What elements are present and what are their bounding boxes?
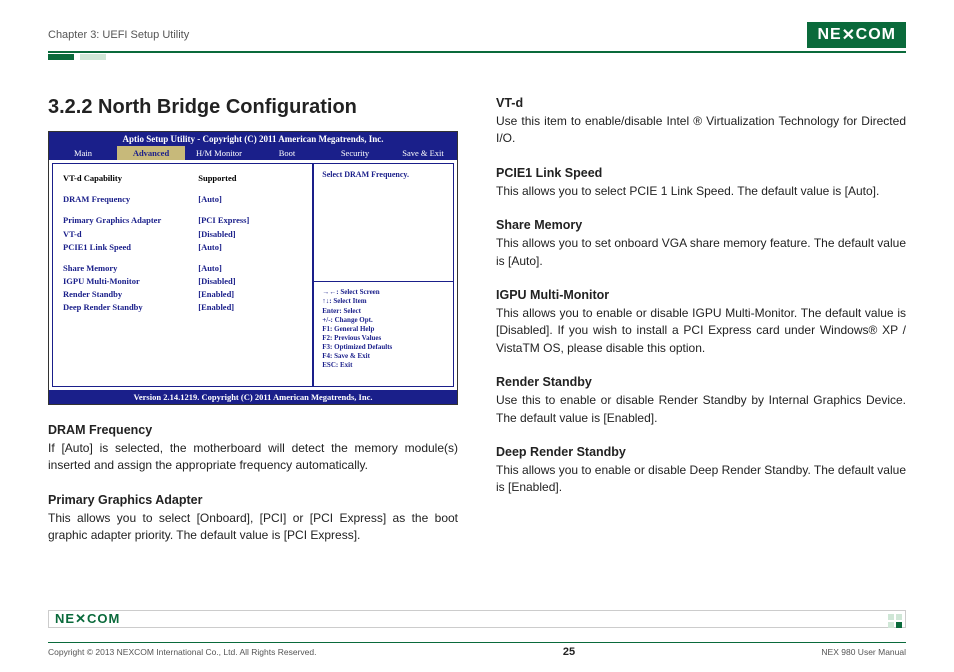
bios-setting-value: [Disabled] bbox=[198, 228, 302, 241]
bios-setting-label: VT-d Capability bbox=[63, 172, 198, 185]
description-block: IGPU Multi-Monitor This allows you to ena… bbox=[496, 288, 906, 357]
bios-setting-label: IGPU Multi-Monitor bbox=[63, 275, 198, 288]
page-header: Chapter 3: UEFI Setup Utility NE✕COM bbox=[48, 22, 906, 53]
description-title: DRAM Frequency bbox=[48, 423, 458, 437]
bios-setting-value: [Disabled] bbox=[198, 275, 302, 288]
bios-tab: Advanced bbox=[117, 146, 185, 160]
bios-setting-value: [Enabled] bbox=[198, 288, 302, 301]
bios-screenshot: Aptio Setup Utility - Copyright (C) 2011… bbox=[48, 131, 458, 405]
description-body: Use this to enable or disable Render Sta… bbox=[496, 392, 906, 427]
bios-help-line: F4: Save & Exit bbox=[322, 352, 445, 361]
footer-brand-left: NE bbox=[55, 611, 75, 626]
brand-x-icon: ✕ bbox=[842, 25, 856, 45]
description-block: VT-d Use this item to enable/disable Inte… bbox=[496, 96, 906, 148]
footer-square-icon bbox=[888, 614, 906, 628]
bios-footer: Version 2.14.1219. Copyright (C) 2011 Am… bbox=[49, 390, 457, 404]
page-footer: NE✕COM Copyright © 2013 NEXCOM Internati… bbox=[48, 624, 906, 658]
bios-setting-row: PCIE1 Link Speed[Auto] bbox=[63, 241, 302, 254]
description-title: PCIE1 Link Speed bbox=[496, 166, 906, 180]
description-title: Primary Graphics Adapter bbox=[48, 493, 458, 507]
description-body: Use this item to enable/disable Intel ® … bbox=[496, 113, 906, 148]
description-title: Share Memory bbox=[496, 218, 906, 232]
bios-tabs: MainAdvancedH/M MonitorBootSecuritySave … bbox=[49, 146, 457, 160]
description-block: Primary Graphics Adapter This allows you … bbox=[48, 493, 458, 545]
bios-setting-label: VT-d bbox=[63, 228, 198, 241]
description-title: IGPU Multi-Monitor bbox=[496, 288, 906, 302]
description-block: Render Standby Use this to enable or disa… bbox=[496, 375, 906, 427]
description-title: Render Standby bbox=[496, 375, 906, 389]
description-body: This allows you to select PCIE 1 Link Sp… bbox=[496, 183, 906, 200]
bios-setting-value: [Auto] bbox=[198, 262, 302, 275]
footer-brand-right: COM bbox=[87, 611, 120, 626]
footer-copyright: Copyright © 2013 NEXCOM International Co… bbox=[48, 647, 316, 657]
bios-help-line: ESC: Exit bbox=[322, 361, 445, 370]
bios-setting-row: IGPU Multi-Monitor[Disabled] bbox=[63, 275, 302, 288]
bios-setting-value: [PCI Express] bbox=[198, 214, 302, 227]
footer-brand-logo: NE✕COM bbox=[48, 610, 906, 628]
bios-setting-label: DRAM Frequency bbox=[63, 193, 198, 206]
bios-tab: Boot bbox=[253, 146, 321, 160]
bios-help-box: →←: Select Screen↑↓: Select ItemEnter: S… bbox=[313, 282, 454, 387]
bios-setting-label: Deep Render Standby bbox=[63, 301, 198, 314]
footer-page-number: 25 bbox=[563, 646, 575, 658]
bios-settings-panel: VT-d CapabilitySupportedDRAM Frequency[A… bbox=[52, 163, 313, 387]
bios-titlebar: Aptio Setup Utility - Copyright (C) 2011… bbox=[49, 132, 457, 146]
section-title: 3.2.2 North Bridge Configuration bbox=[48, 96, 458, 119]
bios-tab: Security bbox=[321, 146, 389, 160]
bios-setting-row: VT-d CapabilitySupported bbox=[63, 172, 302, 185]
description-title: VT-d bbox=[496, 96, 906, 110]
description-title: Deep Render Standby bbox=[496, 445, 906, 459]
bios-setting-label: Share Memory bbox=[63, 262, 198, 275]
bios-tab: H/M Monitor bbox=[185, 146, 253, 160]
bios-help-line: F1: General Help bbox=[322, 325, 445, 334]
brand-logo: NE✕COM bbox=[807, 22, 906, 48]
bios-body: VT-d CapabilitySupportedDRAM Frequency[A… bbox=[49, 160, 457, 390]
bios-setting-row: VT-d[Disabled] bbox=[63, 228, 302, 241]
bios-setting-value: [Enabled] bbox=[198, 301, 302, 314]
bios-help-line: +/-: Change Opt. bbox=[322, 316, 445, 325]
description-body: If [Auto] is selected, the motherboard w… bbox=[48, 440, 458, 475]
bios-help-panel: Select DRAM Frequency. →←: Select Screen… bbox=[313, 163, 454, 387]
footer-line: Copyright © 2013 NEXCOM International Co… bbox=[48, 642, 906, 658]
brand-text-left: NE bbox=[817, 26, 841, 44]
bios-hint-text: Select DRAM Frequency. bbox=[322, 170, 445, 179]
bios-setting-value: [Auto] bbox=[198, 193, 302, 206]
description-block: Deep Render Standby This allows you to en… bbox=[496, 445, 906, 497]
bios-setting-value: [Auto] bbox=[198, 241, 302, 254]
bios-setting-row: Share Memory[Auto] bbox=[63, 262, 302, 275]
content-columns: 3.2.2 North Bridge Configuration Aptio S… bbox=[48, 96, 906, 545]
left-column: 3.2.2 North Bridge Configuration Aptio S… bbox=[48, 96, 458, 545]
bios-tab: Save & Exit bbox=[389, 146, 457, 160]
bios-setting-row: Render Standby[Enabled] bbox=[63, 288, 302, 301]
description-body: This allows you to set onboard VGA share… bbox=[496, 235, 906, 270]
bios-setting-label: PCIE1 Link Speed bbox=[63, 241, 198, 254]
footer-brand-x-icon: ✕ bbox=[75, 611, 87, 626]
bios-setting-value: Supported bbox=[198, 172, 302, 185]
brand-text-right: COM bbox=[856, 26, 896, 44]
bios-help-line: F2: Previous Values bbox=[322, 334, 445, 343]
bios-setting-row: Primary Graphics Adapter[PCI Express] bbox=[63, 214, 302, 227]
left-descriptions: DRAM Frequency If [Auto] is selected, the… bbox=[48, 423, 458, 545]
bios-setting-row: DRAM Frequency[Auto] bbox=[63, 193, 302, 206]
bios-setting-label: Render Standby bbox=[63, 288, 198, 301]
footer-manual-name: NEX 980 User Manual bbox=[821, 647, 906, 657]
bios-help-line: F3: Optimized Defaults bbox=[322, 343, 445, 352]
chapter-title: Chapter 3: UEFI Setup Utility bbox=[48, 29, 189, 41]
bios-help-line: →←: Select Screen bbox=[322, 288, 445, 297]
header-tab-decoration bbox=[48, 54, 906, 60]
description-block: Share Memory This allows you to set onboa… bbox=[496, 218, 906, 270]
description-body: This allows you to enable or disable Dee… bbox=[496, 462, 906, 497]
bios-setting-label: Primary Graphics Adapter bbox=[63, 214, 198, 227]
description-body: This allows you to enable or disable IGP… bbox=[496, 305, 906, 357]
bios-tab: Main bbox=[49, 146, 117, 160]
description-body: This allows you to select [Onboard], [PC… bbox=[48, 510, 458, 545]
description-block: PCIE1 Link Speed This allows you to selec… bbox=[496, 166, 906, 200]
bios-help-line: Enter: Select bbox=[322, 307, 445, 316]
bios-hint-box: Select DRAM Frequency. bbox=[313, 163, 454, 282]
bios-help-line: ↑↓: Select Item bbox=[322, 297, 445, 306]
description-block: DRAM Frequency If [Auto] is selected, the… bbox=[48, 423, 458, 475]
bios-setting-row: Deep Render Standby[Enabled] bbox=[63, 301, 302, 314]
right-column: VT-d Use this item to enable/disable Inte… bbox=[496, 96, 906, 545]
